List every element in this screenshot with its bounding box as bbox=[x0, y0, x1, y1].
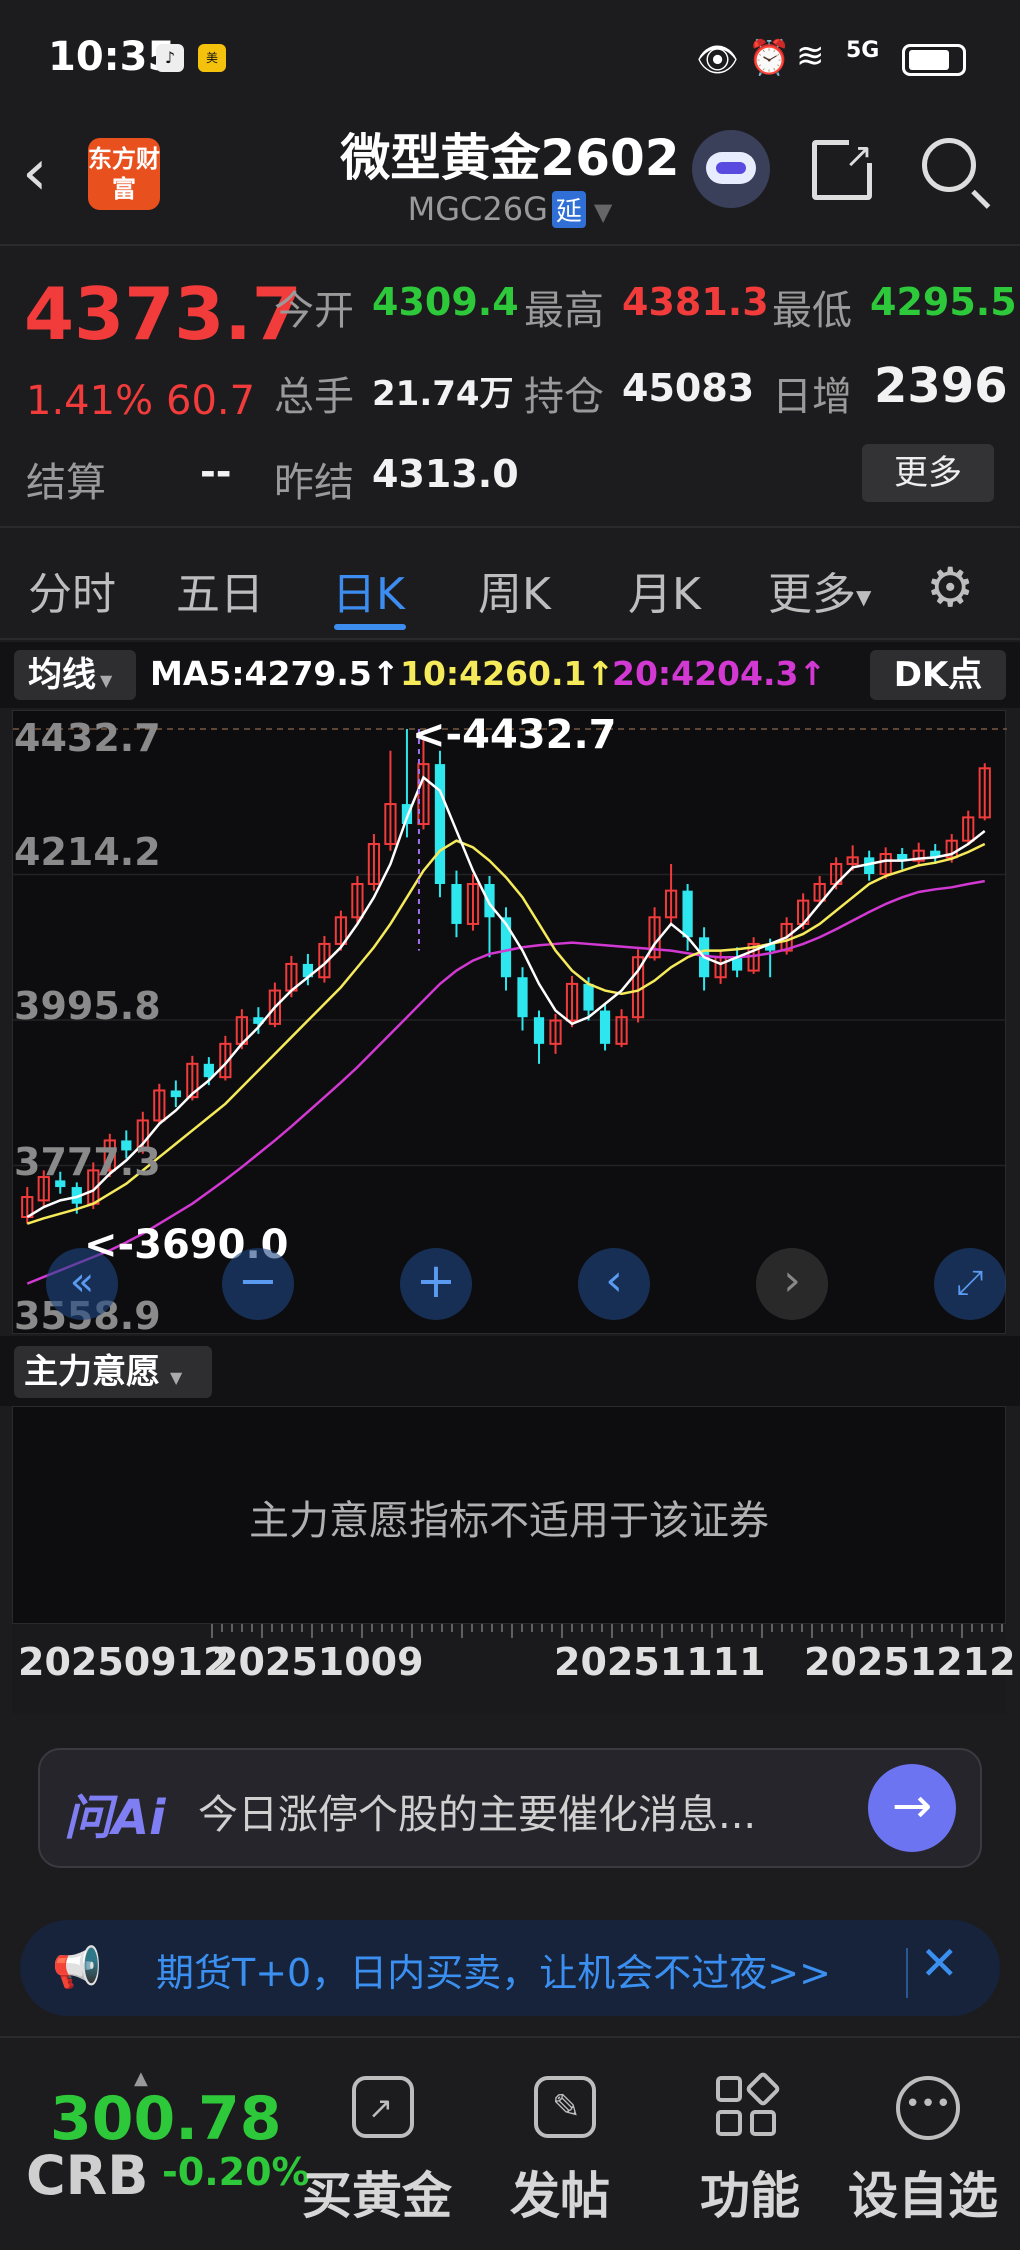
ma10-value: 10:4260.1↑ bbox=[400, 654, 615, 693]
candle-body bbox=[484, 883, 495, 918]
oi-label: 持仓 bbox=[524, 374, 604, 420]
y-tick-3: 3777.3 bbox=[14, 1140, 161, 1184]
tab-five-day[interactable]: 五日 bbox=[176, 558, 264, 622]
y-tick-0: 4432.7 bbox=[14, 716, 161, 760]
last-price: 4373.7 bbox=[24, 272, 302, 356]
scroll-left-fast-icon[interactable]: « bbox=[46, 1248, 118, 1320]
grid-apps-icon[interactable] bbox=[716, 2070, 782, 2138]
chevron-down-icon: ▼ bbox=[593, 198, 613, 226]
high-label: 最高 bbox=[524, 288, 604, 334]
promo-text[interactable]: 期货T+0，日内买卖，让机会不过夜>> bbox=[156, 1942, 831, 1997]
tab-daily-k[interactable]: 日K bbox=[332, 558, 405, 622]
crb-index-change[interactable]: -0.20% bbox=[162, 2150, 310, 2194]
nav-buy-gold[interactable]: 买黄金 bbox=[302, 2156, 452, 2228]
volume-value: 21.74万 bbox=[372, 374, 514, 414]
sub-indicator-message: 主力意愿指标不适用于该证券 bbox=[249, 1498, 769, 1544]
ma20-text: 20:4204.3 bbox=[612, 654, 799, 693]
candle-body bbox=[682, 890, 693, 938]
alarm-icon: ⏰ bbox=[748, 38, 791, 78]
y-tick-1: 4214.2 bbox=[14, 830, 161, 874]
share-icon[interactable]: ↗ bbox=[812, 135, 877, 200]
tab-monthly-k[interactable]: 月K bbox=[628, 558, 701, 622]
promo-divider bbox=[906, 1948, 908, 1998]
tab-more[interactable]: 更多▼ bbox=[768, 558, 871, 622]
settle-value: -- bbox=[200, 450, 232, 494]
date-tick-2: 20251111 bbox=[554, 1640, 766, 1684]
high-value: 4381.3 bbox=[622, 280, 769, 324]
buy-gold-icon[interactable]: ↗ bbox=[352, 2076, 414, 2138]
megaphone-icon: 📢 bbox=[52, 1945, 102, 1991]
open-label: 今开 bbox=[274, 288, 354, 334]
tab-weekly-k[interactable]: 周K bbox=[478, 558, 551, 622]
crb-index-name[interactable]: CRB bbox=[26, 2144, 148, 2207]
ma20-value: 20:4204.3↑ bbox=[612, 654, 827, 693]
daily-inc-label: 日增 bbox=[772, 374, 852, 420]
ma5-line bbox=[26, 775, 986, 1219]
candle-body bbox=[599, 1010, 611, 1044]
wifi-icon: ≋ bbox=[796, 36, 825, 76]
symbol-code: MGC26G bbox=[407, 190, 548, 228]
daily-inc-value: 2396 bbox=[874, 358, 1008, 414]
prev-settle-label: 昨结 bbox=[274, 460, 354, 506]
more-dots-icon[interactable]: ••• bbox=[896, 2076, 960, 2140]
ma10-text: 10:4260.1 bbox=[400, 654, 587, 693]
fullscreen-icon[interactable]: ⤢ bbox=[934, 1248, 1006, 1320]
gear-icon[interactable]: ⚙ bbox=[926, 556, 974, 619]
date-tick-1: 20251009 bbox=[212, 1640, 424, 1684]
low-label: 最低 bbox=[772, 288, 852, 334]
sub-indicator-label: 主力意愿 bbox=[24, 1352, 160, 1392]
robot-avatar-icon[interactable] bbox=[692, 130, 770, 208]
oi-value: 45083 bbox=[622, 366, 755, 410]
arrow-right-icon[interactable]: → bbox=[868, 1764, 956, 1852]
volume-label: 总手 bbox=[274, 374, 354, 420]
zoom-out-icon[interactable]: − bbox=[222, 1248, 294, 1320]
sub-indicator-selector[interactable]: 主力意愿 ▼ bbox=[14, 1346, 212, 1398]
battery-icon bbox=[902, 44, 966, 76]
candle-body bbox=[170, 1090, 181, 1098]
candle-body bbox=[533, 1017, 545, 1044]
ai-logo: 问Ai bbox=[64, 1790, 166, 1846]
search-icon[interactable] bbox=[922, 138, 991, 209]
active-tab-indicator bbox=[334, 624, 406, 630]
edit-post-icon[interactable]: ✎ bbox=[534, 2076, 596, 2138]
date-tick-3: 20251212 bbox=[804, 1640, 1016, 1684]
nav-add-watchlist[interactable]: 设自选 bbox=[848, 2156, 998, 2228]
caret-down-icon: ▼ bbox=[170, 1368, 183, 1387]
change-pct: 1.41% bbox=[26, 378, 154, 424]
ma-selector-label: 均线 bbox=[28, 655, 96, 695]
ma5-text: MA5:4279.5 bbox=[150, 654, 372, 693]
y-tick-2: 3995.8 bbox=[14, 984, 161, 1028]
max-price-marker: <-4432.7 bbox=[412, 712, 617, 758]
ai-search-input[interactable]: 今日涨停个股的主要催化消息... bbox=[198, 1782, 756, 1840]
more-button[interactable]: 更多 bbox=[862, 444, 994, 502]
signal-icon: 5G bbox=[846, 38, 880, 63]
delay-badge: 延 bbox=[551, 191, 586, 228]
caret-down-icon: ▼ bbox=[100, 671, 113, 690]
date-tick-0: 20250912 bbox=[18, 1640, 230, 1684]
change-abs: 60.7 bbox=[166, 378, 256, 424]
prev-settle-value: 4313.0 bbox=[372, 452, 519, 496]
scroll-right-icon[interactable]: › bbox=[756, 1248, 828, 1320]
ma-selector-button[interactable]: 均线 ▼ bbox=[14, 650, 136, 700]
close-icon[interactable]: ✕ bbox=[920, 1936, 959, 1990]
settle-label: 结算 bbox=[26, 460, 106, 506]
dk-point-button[interactable]: DK点 bbox=[870, 650, 1006, 700]
caret-down-icon: ▼ bbox=[856, 585, 872, 609]
candle-body bbox=[583, 983, 594, 1011]
meituan-icon: 美 bbox=[198, 44, 226, 72]
nav-functions[interactable]: 功能 bbox=[700, 2156, 800, 2228]
tab-intraday[interactable]: 分时 bbox=[28, 558, 116, 622]
tab-more-label: 更多 bbox=[768, 569, 856, 620]
ma5-value: MA5:4279.5↑ bbox=[150, 654, 400, 693]
candle-body bbox=[434, 764, 446, 884]
candle-body bbox=[451, 883, 462, 924]
low-value: 4295.5 bbox=[870, 280, 1017, 324]
tiktok-icon: ♪ bbox=[156, 44, 184, 72]
eye-icon: 👁 bbox=[696, 40, 740, 80]
candle-body bbox=[517, 977, 528, 1018]
scroll-left-icon[interactable]: ‹ bbox=[578, 1248, 650, 1320]
nav-post[interactable]: 发帖 bbox=[510, 2156, 610, 2228]
open-value: 4309.4 bbox=[372, 280, 519, 324]
zoom-in-icon[interactable]: + bbox=[400, 1248, 472, 1320]
